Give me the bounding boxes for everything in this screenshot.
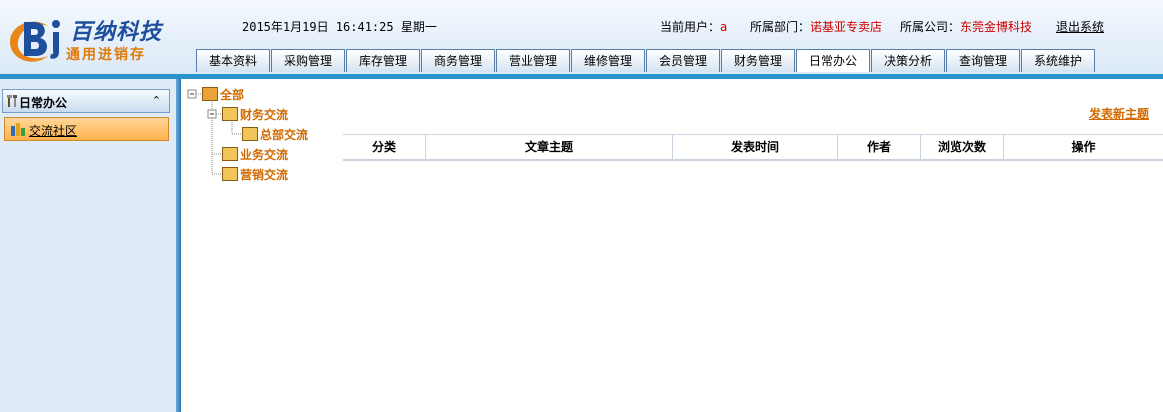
tab-query[interactable]: 查询管理	[946, 49, 1020, 72]
community-icon	[11, 123, 25, 136]
new-topic-link[interactable]: 发表新主题	[1089, 105, 1149, 122]
column-header-category[interactable]: 分类	[343, 135, 426, 160]
folder-icon	[222, 167, 238, 181]
company: 所属公司：东莞金博科技	[900, 18, 1032, 35]
tab-purchase[interactable]: 采购管理	[271, 49, 345, 72]
tree-node-all[interactable]: 全部	[202, 86, 244, 103]
tree-node-label: 营销交流	[240, 168, 289, 182]
logo: 百纳科技 通用进销存	[4, 8, 174, 68]
sidebar-item-community[interactable]: 交流社区	[4, 117, 169, 141]
dept-value: 诺基亚专卖店	[810, 20, 883, 34]
column-header-author[interactable]: 作者	[838, 135, 921, 160]
folder-icon	[242, 127, 258, 141]
tools-icon	[7, 95, 17, 107]
logo-title: 百纳科技	[70, 20, 163, 45]
company-label: 所属公司：	[900, 20, 961, 34]
tab-daily-office[interactable]: 日常办公	[796, 49, 870, 72]
tab-business[interactable]: 商务管理	[421, 49, 495, 72]
tab-basic-data[interactable]: 基本资料	[196, 49, 270, 72]
logo-mark-icon	[10, 20, 60, 62]
current-datetime: 2015年1月19日 16:41:25 星期一	[242, 20, 437, 34]
column-header-views[interactable]: 浏览次数	[921, 135, 1004, 160]
user-label: 当前用户：	[660, 20, 721, 34]
tab-system[interactable]: 系统维护	[1021, 49, 1095, 72]
tab-inventory[interactable]: 库存管理	[346, 49, 420, 72]
dept-label: 所属部门：	[750, 20, 811, 34]
sidebar-splitter[interactable]	[176, 79, 181, 412]
company-value: 东莞金博科技	[960, 20, 1033, 34]
tree-node-hq[interactable]: 总部交流	[242, 126, 308, 143]
tree-node-label: 财务交流	[240, 108, 289, 122]
sidebar-section-header[interactable]: 日常办公 ⌃	[2, 89, 170, 113]
logout-link[interactable]: 退出系统	[1056, 18, 1104, 35]
folder-icon	[222, 107, 238, 121]
current-user: 当前用户：a	[660, 18, 727, 35]
tab-repair[interactable]: 维修管理	[571, 49, 645, 72]
tab-finance[interactable]: 财务管理	[721, 49, 795, 72]
main-nav-tabs: 基本资料 采购管理 库存管理 商务管理 营业管理 维修管理 会员管理 财务管理 …	[196, 49, 1096, 73]
tab-operations[interactable]: 营业管理	[496, 49, 570, 72]
sidebar-item-label: 交流社区	[29, 124, 78, 138]
sidebar: 日常办公 ⌃ 交流社区	[0, 79, 176, 412]
tab-member[interactable]: 会员管理	[646, 49, 720, 72]
column-header-post-time[interactable]: 发表时间	[673, 135, 838, 160]
department: 所属部门：诺基亚专卖店	[750, 18, 882, 35]
folder-home-icon	[202, 87, 218, 101]
column-header-subject[interactable]: 文章主题	[426, 135, 673, 160]
collapse-chevron-icon[interactable]: ⌃	[152, 94, 161, 107]
table-header: 分类 文章主题 发表时间 作者 浏览次数 操作	[343, 134, 1163, 161]
tree-node-label: 业务交流	[240, 148, 289, 162]
tree-node-label: 总部交流	[260, 128, 309, 142]
sidebar-section-title: 日常办公	[19, 96, 68, 110]
logo-subtitle: 通用进销存	[66, 47, 146, 63]
tree-node-marketing[interactable]: 营销交流	[222, 166, 288, 183]
top-header: 百纳科技 通用进销存 2015年1月19日 16:41:25 星期一 当前用户：…	[0, 0, 1163, 74]
tree-node-business[interactable]: 业务交流	[222, 146, 288, 163]
folder-icon	[222, 147, 238, 161]
tree-node-finance[interactable]: 财务交流	[222, 106, 288, 123]
tree-node-label: 全部	[220, 88, 245, 102]
column-header-actions[interactable]: 操作	[1004, 135, 1163, 160]
tab-decision-analysis[interactable]: 决策分析	[871, 49, 945, 72]
user-value: a	[720, 20, 728, 34]
topic-list: 发表新主题 分类 文章主题 发表时间 作者 浏览次数 操作	[343, 93, 1163, 163]
